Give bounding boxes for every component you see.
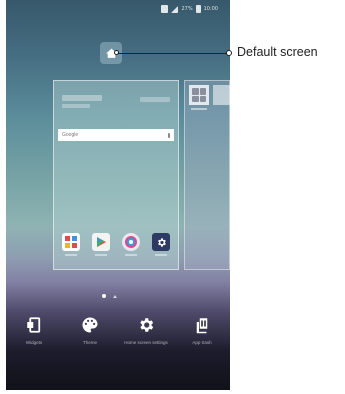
google-search-label: Google: [62, 132, 79, 138]
nfc-icon: [161, 5, 169, 13]
side-widget: [213, 85, 230, 105]
signal-icon: [171, 5, 179, 13]
weather-widget: [140, 97, 170, 102]
mic-icon: [168, 132, 170, 138]
google-search-bar[interactable]: Google: [58, 129, 174, 141]
dock-app-label: [125, 254, 137, 256]
calculator-widget-icon: [189, 85, 209, 105]
battery-percent: 27%: [181, 6, 193, 12]
callout-start-marker: [114, 50, 119, 55]
phone-screen: 27% 10:00 Google Widgets Theme Home scre…: [6, 0, 230, 390]
page-home-indicator-icon: [113, 294, 117, 298]
dock-app[interactable]: [150, 233, 172, 256]
widgets-button[interactable]: Widgets: [9, 316, 59, 346]
clock-widget: [62, 95, 102, 101]
app-trash-label: App trash: [192, 340, 212, 345]
callout-label: Default screen: [237, 45, 318, 59]
side-widget-label: [191, 108, 207, 110]
camera-icon: [122, 233, 140, 251]
dock-app-label: [65, 254, 77, 256]
widgets-icon: [27, 317, 41, 333]
app-trash-button[interactable]: App trash: [177, 316, 227, 346]
dock-app[interactable]: [90, 233, 112, 256]
home-screen-preview[interactable]: Google: [53, 80, 179, 270]
status-bar: 27% 10:00: [6, 0, 230, 18]
settings-gear-icon: [152, 233, 170, 251]
bottom-menu: Widgets Theme Home screen settings App t…: [6, 316, 230, 372]
theme-label: Theme: [82, 340, 97, 345]
dock: [60, 233, 172, 256]
battery-icon: [195, 5, 201, 13]
page: 27% 10:00 Google Widgets Theme Home scre…: [0, 0, 345, 394]
dock-app[interactable]: [60, 233, 82, 256]
home-screen-settings-button[interactable]: Home screen settings: [121, 316, 171, 346]
callout-line: [117, 53, 228, 54]
next-screen-preview[interactable]: [184, 80, 230, 270]
app-trash-icon: [196, 318, 208, 334]
callout-end-marker: [226, 50, 232, 56]
status-time: 10:00: [203, 6, 218, 12]
play-store-icon: [92, 233, 110, 251]
gear-icon: [140, 318, 154, 332]
date-widget: [62, 104, 90, 108]
home-screen-settings-label: Home screen settings: [124, 340, 168, 345]
dock-app-label: [95, 254, 107, 256]
apps-grid-icon: [62, 233, 80, 251]
widgets-label: Widgets: [25, 340, 43, 345]
palette-icon: [82, 317, 98, 333]
page-dot-active: [102, 294, 106, 298]
dock-app[interactable]: [120, 233, 142, 256]
dock-app-label: [155, 254, 167, 256]
theme-button[interactable]: Theme: [65, 316, 115, 346]
page-indicator[interactable]: [102, 294, 117, 298]
